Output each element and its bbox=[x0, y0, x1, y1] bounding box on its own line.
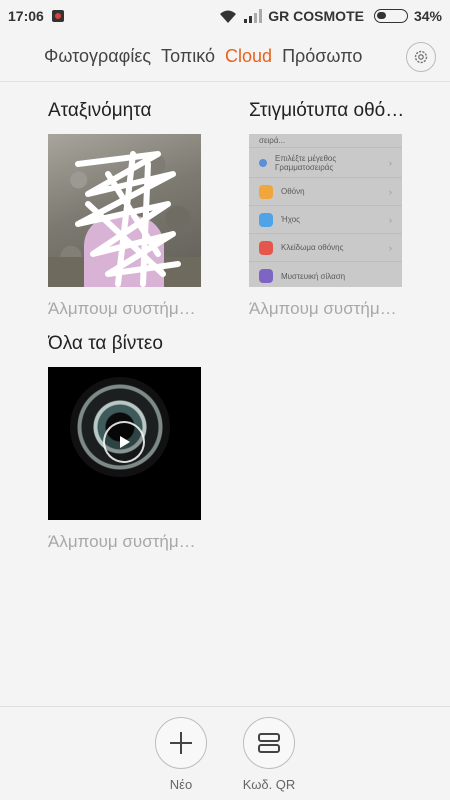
carrier-name: GR COSMOTE bbox=[268, 8, 364, 24]
preview-row-label: Κλείδωμα οθόνης bbox=[281, 243, 344, 252]
sound-icon bbox=[259, 212, 273, 227]
preview-row-label: Επιλέξτε μέγεθος Γραμματοσειράς bbox=[275, 153, 337, 172]
gallery-screen: 17:06 GR COSMOTE 34% Φωτογραφίες Τοπικό … bbox=[0, 0, 450, 800]
preview-row: Ήχος › bbox=[249, 206, 402, 234]
qr-scan-icon bbox=[258, 733, 280, 753]
scribble-overlay bbox=[75, 151, 181, 287]
play-icon bbox=[120, 436, 130, 448]
album-cover-screenshot[interactable]: σειρά... Επιλέξτε μέγεθος Γραμματοσειράς… bbox=[249, 134, 402, 287]
album-unsorted[interactable]: Αταξινόμητα Άλμπουμ συστήματος bbox=[48, 98, 208, 319]
album-screenshots[interactable]: Στιγμιότυπα οθόνης σειρά... Επιλέξτε μέγ… bbox=[249, 98, 409, 319]
preview-row: Επιλέξτε μέγεθος Γραμματοσειράς › bbox=[249, 148, 402, 178]
chevron-right-icon: › bbox=[389, 186, 392, 197]
album-all-videos[interactable]: Όλα τα βίντεο Άλμπουμ συστήματος bbox=[48, 331, 208, 552]
battery-percent: 34% bbox=[413, 8, 442, 24]
preview-row-label: Μυστευική σίλαση bbox=[281, 271, 346, 281]
preview-row: Μυστευική σίλαση bbox=[249, 262, 402, 287]
lock-icon bbox=[259, 240, 273, 255]
tab-bar: Φωτογραφίες Τοπικό Cloud Πρόσωπο bbox=[0, 32, 450, 82]
status-right-group: GR COSMOTE 34% bbox=[218, 8, 442, 24]
display-icon bbox=[259, 184, 273, 199]
tab-local[interactable]: Τοπικό bbox=[161, 46, 215, 67]
album-cover-photo[interactable] bbox=[48, 134, 201, 287]
preview-row-label: Ήχος bbox=[281, 215, 300, 224]
settings-button[interactable] bbox=[406, 42, 436, 72]
wifi-icon bbox=[220, 10, 237, 23]
preview-row-label: σειρά... bbox=[259, 136, 286, 145]
signal-icon bbox=[244, 9, 263, 23]
chevron-right-icon: › bbox=[389, 242, 392, 253]
status-time: 17:06 bbox=[8, 8, 44, 24]
qr-code-button[interactable]: Κωδ. QR bbox=[234, 717, 304, 792]
preview-row-label: Οθόνη bbox=[281, 187, 305, 196]
album-subtitle: Άλμπουμ συστήματος bbox=[48, 299, 201, 318]
tab-cloud[interactable]: Cloud bbox=[225, 46, 272, 67]
font-size-icon bbox=[259, 158, 267, 167]
battery-icon bbox=[373, 9, 408, 23]
screen-record-icon bbox=[51, 10, 64, 22]
play-button[interactable] bbox=[103, 421, 145, 463]
preview-row: σειρά... bbox=[249, 134, 402, 148]
gear-icon bbox=[414, 50, 428, 64]
preview-row: Κλείδωμα οθόνης › bbox=[249, 234, 402, 262]
chevron-right-icon: › bbox=[389, 214, 392, 225]
chevron-right-icon: › bbox=[389, 157, 392, 168]
album-subtitle: Άλμπουμ συστήματος bbox=[249, 299, 402, 318]
new-album-button[interactable]: Νέο bbox=[146, 717, 216, 792]
album-title: Στιγμιότυπα οθόνης bbox=[249, 100, 409, 121]
bottom-action-bar: Νέο Κωδ. QR bbox=[0, 706, 450, 800]
privacy-icon bbox=[259, 269, 273, 283]
album-title: Όλα τα βίντεο bbox=[48, 333, 163, 354]
album-subtitle: Άλμπουμ συστήματος bbox=[48, 532, 201, 551]
tab-photos[interactable]: Φωτογραφίες bbox=[44, 46, 151, 67]
preview-row: Οθόνη › bbox=[249, 178, 402, 206]
battery-fill bbox=[376, 12, 386, 19]
qr-code-circle[interactable] bbox=[243, 717, 295, 769]
new-album-circle[interactable] bbox=[155, 717, 207, 769]
plus-icon bbox=[170, 732, 192, 754]
qr-code-label: Κωδ. QR bbox=[242, 777, 296, 792]
tab-faces[interactable]: Πρόσωπο bbox=[282, 46, 362, 67]
new-album-label: Νέο bbox=[169, 777, 193, 792]
album-cover-video[interactable] bbox=[48, 367, 201, 520]
album-title: Αταξινόμητα bbox=[48, 100, 152, 121]
status-bar: 17:06 GR COSMOTE 34% bbox=[0, 0, 450, 32]
